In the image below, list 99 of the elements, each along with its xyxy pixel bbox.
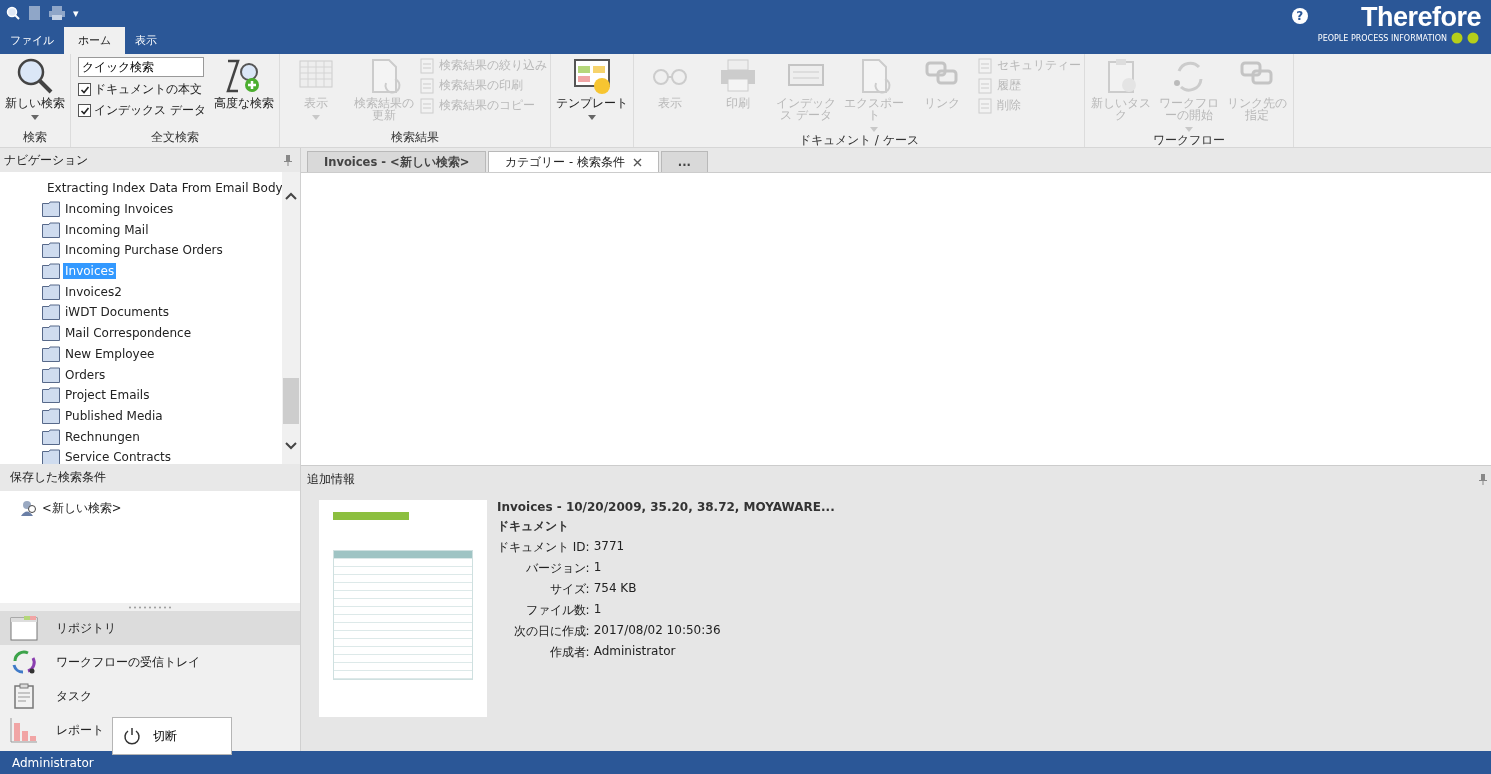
- ribbon-group-label: ドキュメント / ケース: [798, 132, 920, 149]
- template-icon: [571, 57, 612, 95]
- tree-item[interactable]: Mail Correspondence: [63, 325, 194, 342]
- folder-icon: [42, 221, 60, 238]
- document-icon: [976, 97, 993, 114]
- customize-dropdown[interactable]: ▾: [73, 6, 79, 20]
- navigation-button[interactable]: タスク: [0, 679, 300, 713]
- ribbon-tab[interactable]: ファイル: [0, 27, 64, 54]
- document-icon: [418, 77, 435, 94]
- window-icon: [10, 615, 38, 641]
- quick-search-field[interactable]: クイック検索: [78, 57, 204, 77]
- document-tab[interactable]: ...: [660, 151, 708, 172]
- document-title: Invoices - 10/20/2009, 35.20, 38.72, MOYAWARE...: [497, 500, 835, 514]
- field-label: 作成者:: [548, 644, 590, 661]
- help-button[interactable]: ?: [1291, 7, 1308, 24]
- tree-item[interactable]: Incoming Mail: [63, 221, 151, 238]
- scroll-up-icon[interactable]: [285, 192, 297, 200]
- scrollbar-thumb[interactable]: [283, 378, 299, 424]
- ribbon-button[interactable]: 新しい検索: [3, 57, 67, 120]
- tree-item[interactable]: Published Media: [63, 407, 165, 424]
- document-type: ドキュメント: [497, 518, 570, 535]
- folder-icon: [42, 387, 60, 404]
- document-icon: [976, 57, 993, 74]
- ribbon-tab[interactable]: 表示: [125, 27, 167, 54]
- caret-icon: [1184, 127, 1193, 132]
- bar-chart-icon: [10, 717, 38, 743]
- caret-icon: [31, 115, 39, 120]
- user-name: Administrator: [12, 755, 94, 770]
- tree-item[interactable]: Orders: [63, 366, 108, 383]
- field-value: 1: [593, 560, 603, 576]
- pin-icon[interactable]: [284, 154, 292, 166]
- field-label: ドキュメント ID:: [497, 539, 590, 556]
- folder-icon: [42, 407, 60, 424]
- search-icon[interactable]: [6, 6, 20, 20]
- saved-search-item[interactable]: <新しい検索>: [42, 500, 122, 516]
- folder-icon: [42, 345, 60, 362]
- ribbon-tab[interactable]: ホーム: [64, 27, 125, 54]
- tree-item[interactable]: Service Contracts: [63, 449, 174, 464]
- document-tab[interactable]: Invoices - <新しい検索>: [307, 151, 487, 172]
- tree-item[interactable]: iWDT Documents: [63, 304, 171, 321]
- field-label: ファイル数:: [524, 602, 590, 619]
- folder-icon: [42, 325, 60, 342]
- checkbox[interactable]: [78, 83, 91, 96]
- tree-item[interactable]: Project Emails: [63, 387, 152, 404]
- panel-title: ナビゲーション: [4, 152, 88, 168]
- folder-icon: [42, 366, 60, 383]
- document-tab[interactable]: カテゴリー - 検索条件: [488, 151, 659, 172]
- cycle-arrows-icon: [10, 649, 38, 675]
- checkbox[interactable]: [78, 104, 91, 117]
- tree-item[interactable]: Extracting Index Data From Email Body: [45, 180, 282, 197]
- search-person-icon: [20, 499, 38, 517]
- tree-item[interactable]: Incoming Invoices: [63, 201, 176, 218]
- field-label: 次の日に作成:: [512, 623, 590, 640]
- splitter-grip-icon[interactable]: [128, 605, 172, 609]
- caret-icon: [869, 127, 878, 132]
- panel-title: 保存した検索条件: [10, 470, 106, 485]
- checkbox-label: ドキュメントの本文: [94, 81, 202, 98]
- ribbon-button[interactable]: 高度な検索: [211, 57, 276, 109]
- ribbon-button[interactable]: テンプレート: [553, 57, 630, 120]
- search-icon: [15, 57, 55, 95]
- folder-icon: [42, 201, 60, 218]
- ribbon-group-label: 全文検索: [149, 129, 200, 146]
- checkbox-label: インデックス データ: [94, 102, 206, 119]
- field-label: サイズ:: [548, 581, 590, 598]
- folder-icon: [42, 242, 60, 259]
- folder-icon: [42, 283, 60, 300]
- pin-icon[interactable]: [1479, 473, 1487, 485]
- navigation-button[interactable]: ワークフローの受信トレイ: [0, 645, 300, 679]
- tree-item[interactable]: Invoices2: [63, 283, 124, 300]
- tree-item[interactable]: New Employee: [63, 345, 157, 362]
- ribbon-group-label: 検索結果: [389, 129, 440, 146]
- document-icon: [418, 97, 435, 114]
- field-label: バージョン:: [524, 560, 590, 577]
- caret-icon: [587, 115, 596, 120]
- scroll-down-icon[interactable]: [285, 442, 297, 450]
- folder-icon: [42, 304, 60, 321]
- menu-item[interactable]: 切断: [113, 727, 187, 745]
- field-value: 1: [593, 602, 603, 618]
- field-value: 3771: [593, 539, 626, 555]
- logo: Therefore PEOPLE PROCESS INFORMATION: [1317, 2, 1481, 46]
- panel-title: 追加情報: [307, 471, 355, 487]
- document-icon: [418, 57, 435, 74]
- navigation-button[interactable]: リポジトリ: [0, 611, 300, 645]
- field-value: 754 KB: [593, 581, 638, 597]
- tree-item[interactable]: Incoming Purchase Orders: [63, 242, 225, 259]
- caret-icon: [311, 115, 320, 120]
- power-icon: [123, 727, 141, 745]
- field-value: Administrator: [593, 644, 677, 660]
- printer-icon[interactable]: [49, 6, 65, 20]
- ribbon-group-label: 検索: [22, 129, 48, 146]
- folder-icon: [42, 263, 60, 280]
- document-thumbnail[interactable]: [319, 500, 487, 717]
- ribbon-group-label: ワークフロー: [1151, 132, 1226, 149]
- tree-item[interactable]: Rechnungen: [63, 428, 142, 445]
- document-icon: [976, 77, 993, 94]
- close-icon[interactable]: [632, 157, 642, 167]
- folder-icon: [42, 428, 60, 445]
- field-value: 2017/08/02 10:50:36: [593, 623, 721, 639]
- document-icon[interactable]: [28, 5, 41, 21]
